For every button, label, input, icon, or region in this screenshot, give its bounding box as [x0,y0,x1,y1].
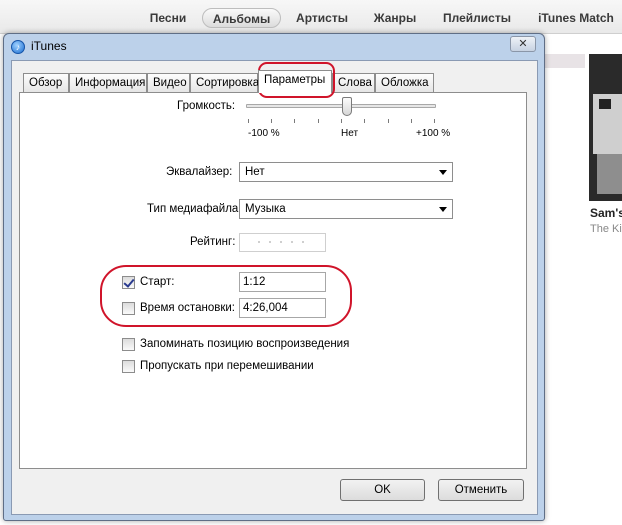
background-album-strip [545,54,585,68]
skip-shuffle-label: Пропускать при перемешивании [140,360,314,372]
tab-overview[interactable]: Обзор [23,73,69,92]
itunes-top-nav: Песни Альбомы Артисты Жанры Плейлисты iT… [0,0,622,34]
volume-tick [248,119,249,123]
remember-position-checkbox[interactable] [122,338,135,351]
tab-lyrics[interactable]: Слова [332,73,375,92]
nav-songs[interactable]: Песни [143,8,193,28]
album-artist: The Ki [590,223,622,235]
volume-mid-label: Нет [341,128,359,139]
nav-genres[interactable]: Жанры [368,8,422,28]
nav-artists[interactable]: Артисты [291,8,353,28]
annotation-highlight-start-stop [100,265,352,327]
remember-position-label: Запоминать позицию воспроизведения [140,338,350,350]
equalizer-value: Нет [245,166,265,178]
cancel-button[interactable]: Отменить [438,479,524,501]
rating-dot [302,241,304,243]
tab-artwork[interactable]: Обложка [375,73,434,92]
volume-tick [318,119,319,123]
skip-shuffle-checkbox[interactable] [122,360,135,373]
nav-albums[interactable]: Альбомы [202,8,281,28]
volume-tick [294,119,295,123]
chevron-down-icon [439,207,447,212]
rating-dot [291,241,293,243]
tab-sorting[interactable]: Сортировка [190,73,259,92]
volume-slider-thumb[interactable] [342,97,352,116]
rating-dot [280,241,282,243]
chevron-down-icon [439,170,447,175]
rating-field[interactable] [239,233,326,252]
tab-info[interactable]: Информация [69,73,147,92]
volume-tick [271,119,272,123]
itunes-logo-icon: ♪ [11,40,25,54]
rating-dot [269,241,271,243]
equalizer-select[interactable]: Нет [239,162,453,182]
volume-tick [364,119,365,123]
tab-video[interactable]: Видео [147,73,190,92]
album-title[interactable]: Sam's [590,206,622,220]
dialog-title: iTunes [31,39,67,53]
volume-tick [434,119,435,123]
close-icon: ✕ [518,38,528,50]
rating-dot [258,241,260,243]
media-type-label: Тип медиафайла: [147,203,242,215]
volume-slider-track[interactable] [246,104,436,108]
media-type-value: Музыка [245,203,286,215]
tab-options[interactable]: Параметры [258,70,332,93]
ok-button[interactable]: OK [340,479,425,501]
volume-max-label: +100 % [416,128,451,139]
close-button[interactable]: ✕ [510,36,536,52]
rating-label: Рейтинг: [190,236,236,248]
volume-tick [388,119,389,123]
nav-playlists[interactable]: Плейлисты [437,8,517,28]
volume-label: Громкость: [177,100,236,112]
album-cover[interactable] [589,54,622,201]
volume-tick [341,119,342,123]
equalizer-label: Эквалайзер: [166,166,233,178]
volume-tick [411,119,412,123]
media-type-select[interactable]: Музыка [239,199,453,219]
volume-min-label: -100 % [248,128,280,139]
nav-itunes-match[interactable]: iTunes Match [530,8,622,28]
